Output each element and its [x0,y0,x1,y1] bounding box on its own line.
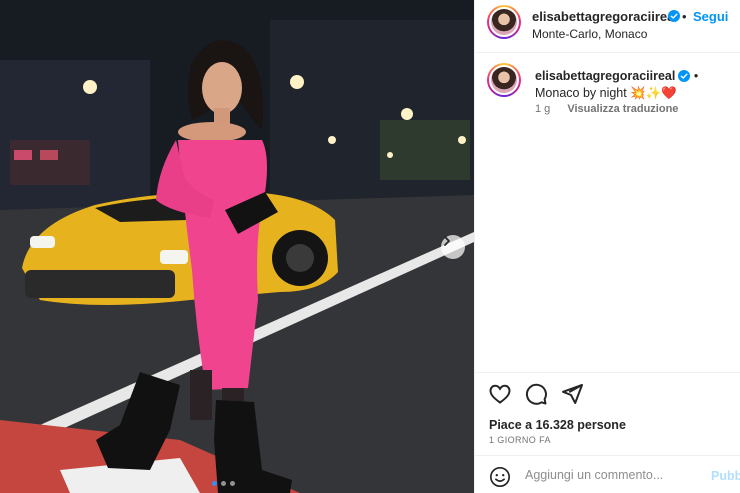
avatar[interactable] [487,63,521,97]
comment-input[interactable] [525,468,705,482]
carousel-indicators [212,481,235,486]
publish-button[interactable]: Pubb [711,469,740,483]
photo-scene [0,0,474,493]
heart-icon[interactable] [488,382,512,406]
caption-section: elisabettagregoraciireal • Monaco by nig… [475,53,740,371]
carousel-dot [221,481,226,486]
caption-emojis: 💥✨❤️ [630,86,677,100]
caption-meta: 1 g Visualizza traduzione [535,103,678,115]
post-photo[interactable] [0,0,474,493]
verified-badge-icon [678,70,691,82]
comment-icon[interactable] [524,382,548,406]
carousel-dot [212,481,217,486]
caption-username[interactable]: elisabettagregoraciireal [535,69,675,83]
share-icon[interactable] [560,382,584,406]
post-age: 1 g [535,103,551,115]
likes-count[interactable]: Piace a 16.328 persone [489,418,626,432]
username[interactable]: elisabettagregoraciireal [532,9,678,24]
emoji-icon[interactable] [489,466,511,488]
carousel-next-button[interactable] [441,235,465,259]
comment-composer: Pubb [475,455,740,493]
translate-button[interactable]: Visualizza traduzione [567,103,678,115]
location-link[interactable]: Monte-Carlo, Monaco [532,27,647,41]
caption: elisabettagregoraciireal • Monaco by nig… [535,68,735,102]
follow-button[interactable]: Segui [693,9,728,24]
avatar[interactable] [487,5,521,39]
post-header: elisabettagregoraciireal • Segui Monte-C… [475,0,740,53]
chevron-right-icon [444,236,450,246]
action-bar: Piace a 16.328 persone 1 GIORNO FA [475,372,740,452]
verified-badge-icon [668,10,680,22]
caption-text: Monaco by night [535,86,627,100]
carousel-dot [230,481,235,486]
post-timestamp: 1 GIORNO FA [489,435,551,445]
post-sidebar: elisabettagregoraciireal • Segui Monte-C… [474,0,740,493]
separator-dot: • [682,9,687,24]
caption-separator: • [693,69,699,83]
